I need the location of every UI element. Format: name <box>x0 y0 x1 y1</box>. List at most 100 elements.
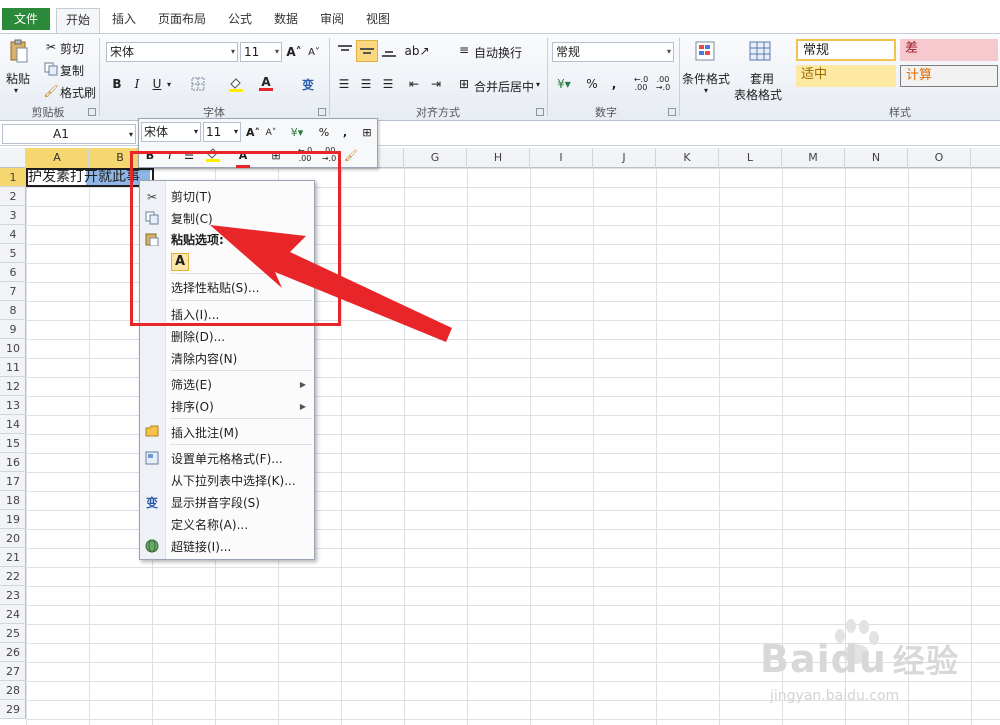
wrap-text-icon[interactable]: ≡ <box>456 42 472 58</box>
alignment-launcher-icon[interactable] <box>536 108 544 116</box>
align-right-icon[interactable]: ☰ <box>380 76 396 92</box>
mini-shrink-font-icon[interactable]: A˅ <box>263 124 279 142</box>
mini-format-painter-icon[interactable]: 🖌 <box>343 147 359 165</box>
number-launcher-icon[interactable] <box>668 108 676 116</box>
table-format-line1[interactable]: 套用 <box>750 70 774 87</box>
column-header-g[interactable]: G <box>404 148 467 168</box>
align-middle-icon[interactable] <box>356 40 378 62</box>
row-header-26[interactable]: 26 <box>0 643 26 662</box>
row-header-11[interactable]: 11 <box>0 358 26 377</box>
orientation-icon[interactable]: ab↗ <box>404 42 429 60</box>
menu-item-9[interactable]: 筛选(E) ▶ <box>140 374 314 396</box>
font-launcher-icon[interactable] <box>318 108 326 116</box>
decrease-indent-icon[interactable]: ⇤ <box>406 76 422 92</box>
style-normal[interactable]: 常规 <box>796 39 896 61</box>
percent-button[interactable]: % <box>584 76 600 92</box>
conditional-format-button[interactable]: 条件格式 <box>682 70 730 87</box>
paste-button[interactable]: 粘贴 <box>6 70 30 87</box>
font-size-combo[interactable]: 11 ▾ <box>240 42 282 62</box>
bold-button[interactable]: B <box>110 76 124 92</box>
menu-item-14[interactable]: 变显示拼音字段(S) <box>140 492 314 514</box>
tab-insert[interactable]: 插入 <box>104 8 144 34</box>
fill-color-icon[interactable] <box>228 76 244 92</box>
currency-icon[interactable]: ¥▾ <box>554 76 574 92</box>
row-header-9[interactable]: 9 <box>0 320 26 339</box>
menu-item-10[interactable]: 排序(O) ▶ <box>140 396 314 418</box>
row-header-25[interactable]: 25 <box>0 624 26 643</box>
increase-decimal-icon[interactable]: ←.0.00 <box>632 76 650 92</box>
mini-comma-button[interactable]: , <box>339 124 351 142</box>
underline-dropdown-icon[interactable]: ▾ <box>164 76 174 92</box>
increase-indent-icon[interactable]: ⇥ <box>428 76 444 92</box>
wrap-text-button[interactable]: 自动换行 <box>474 44 522 61</box>
menu-item-16[interactable]: 超链接(I)... <box>140 536 314 558</box>
align-top-icon[interactable] <box>336 42 354 60</box>
column-header-l[interactable]: L <box>719 148 782 168</box>
column-header-k[interactable]: K <box>656 148 719 168</box>
row-header-29[interactable]: 29 <box>0 700 26 719</box>
row-header-3[interactable]: 3 <box>0 206 26 225</box>
align-bottom-icon[interactable] <box>380 42 398 60</box>
row-header-20[interactable]: 20 <box>0 529 26 548</box>
merge-center-button[interactable]: 合并后居中 <box>474 78 534 95</box>
tab-file[interactable]: 文件 <box>2 8 50 30</box>
menu-item-8[interactable]: 清除内容(N) <box>140 348 314 370</box>
row-header-10[interactable]: 10 <box>0 339 26 358</box>
row-header-14[interactable]: 14 <box>0 415 26 434</box>
mini-accounting-icon[interactable]: ¥▾ <box>285 124 309 142</box>
tab-view[interactable]: 视图 <box>358 8 398 34</box>
row-header-28[interactable]: 28 <box>0 681 26 700</box>
style-neutral[interactable]: 适中 <box>796 65 896 87</box>
merge-center-icon[interactable]: ⊞ <box>456 76 472 92</box>
row-header-22[interactable]: 22 <box>0 567 26 586</box>
phonetic-icon[interactable]: 变 <box>300 76 316 92</box>
copy-button[interactable]: 复制 <box>60 62 84 79</box>
table-format-line2[interactable]: 表格格式 <box>734 86 782 103</box>
conditional-format-icon[interactable] <box>694 38 720 66</box>
column-header-h[interactable]: H <box>467 148 530 168</box>
tab-formulas[interactable]: 公式 <box>220 8 260 34</box>
row-header-27[interactable]: 27 <box>0 662 26 681</box>
row-header-13[interactable]: 13 <box>0 396 26 415</box>
row-header-17[interactable]: 17 <box>0 472 26 491</box>
shrink-font-icon[interactable]: A˅ <box>306 44 322 60</box>
row-header-2[interactable]: 2 <box>0 187 26 206</box>
row-header-6[interactable]: 6 <box>0 263 26 282</box>
mini-font-name-combo[interactable]: 宋体 ▾ <box>141 122 201 142</box>
name-box[interactable]: A1 <box>2 124 136 144</box>
conditional-dropdown-icon[interactable]: ▾ <box>704 86 708 95</box>
row-header-21[interactable]: 21 <box>0 548 26 567</box>
decrease-decimal-icon[interactable]: .00 →.0 <box>654 76 672 92</box>
row-header-18[interactable]: 18 <box>0 491 26 510</box>
paste-icon[interactable] <box>8 38 30 66</box>
style-bad[interactable]: 差 <box>900 39 998 61</box>
clipboard-launcher-icon[interactable] <box>88 108 96 116</box>
format-painter-button[interactable]: 格式刷 <box>60 84 96 101</box>
align-center-icon[interactable]: ☰ <box>358 76 374 92</box>
row-header-24[interactable]: 24 <box>0 605 26 624</box>
menu-item-13[interactable]: 从下拉列表中选择(K)... <box>140 470 314 492</box>
menu-item-11[interactable]: 插入批注(M) <box>140 422 314 444</box>
tab-home[interactable]: 开始 <box>56 8 100 34</box>
font-color-icon[interactable]: A <box>258 74 274 92</box>
menu-item-7[interactable]: 删除(D)... <box>140 326 314 348</box>
tab-data[interactable]: 数据 <box>266 8 306 34</box>
font-name-combo[interactable]: 宋体 ▾ <box>106 42 238 62</box>
align-left-icon[interactable]: ☰ <box>336 76 352 92</box>
style-calculation[interactable]: 计算 <box>900 65 998 87</box>
menu-item-12[interactable]: 设置单元格格式(F)... <box>140 448 314 470</box>
paste-dropdown-icon[interactable]: ▾ <box>14 86 18 95</box>
select-all-corner[interactable] <box>0 148 26 168</box>
column-header-o[interactable]: O <box>908 148 971 168</box>
number-format-combo[interactable]: 常规 ▾ <box>552 42 674 62</box>
mini-grow-font-icon[interactable]: A˄ <box>245 124 261 142</box>
cut-button[interactable]: 剪切 <box>60 40 84 57</box>
row-header-4[interactable]: 4 <box>0 225 26 244</box>
underline-button[interactable]: U <box>150 76 164 92</box>
row-header-23[interactable]: 23 <box>0 586 26 605</box>
mini-percent-button[interactable]: % <box>317 124 331 142</box>
tab-page-layout[interactable]: 页面布局 <box>150 8 214 34</box>
comma-button[interactable]: , <box>608 76 620 92</box>
row-header-5[interactable]: 5 <box>0 244 26 263</box>
grow-font-icon[interactable]: A˄ <box>286 44 302 60</box>
